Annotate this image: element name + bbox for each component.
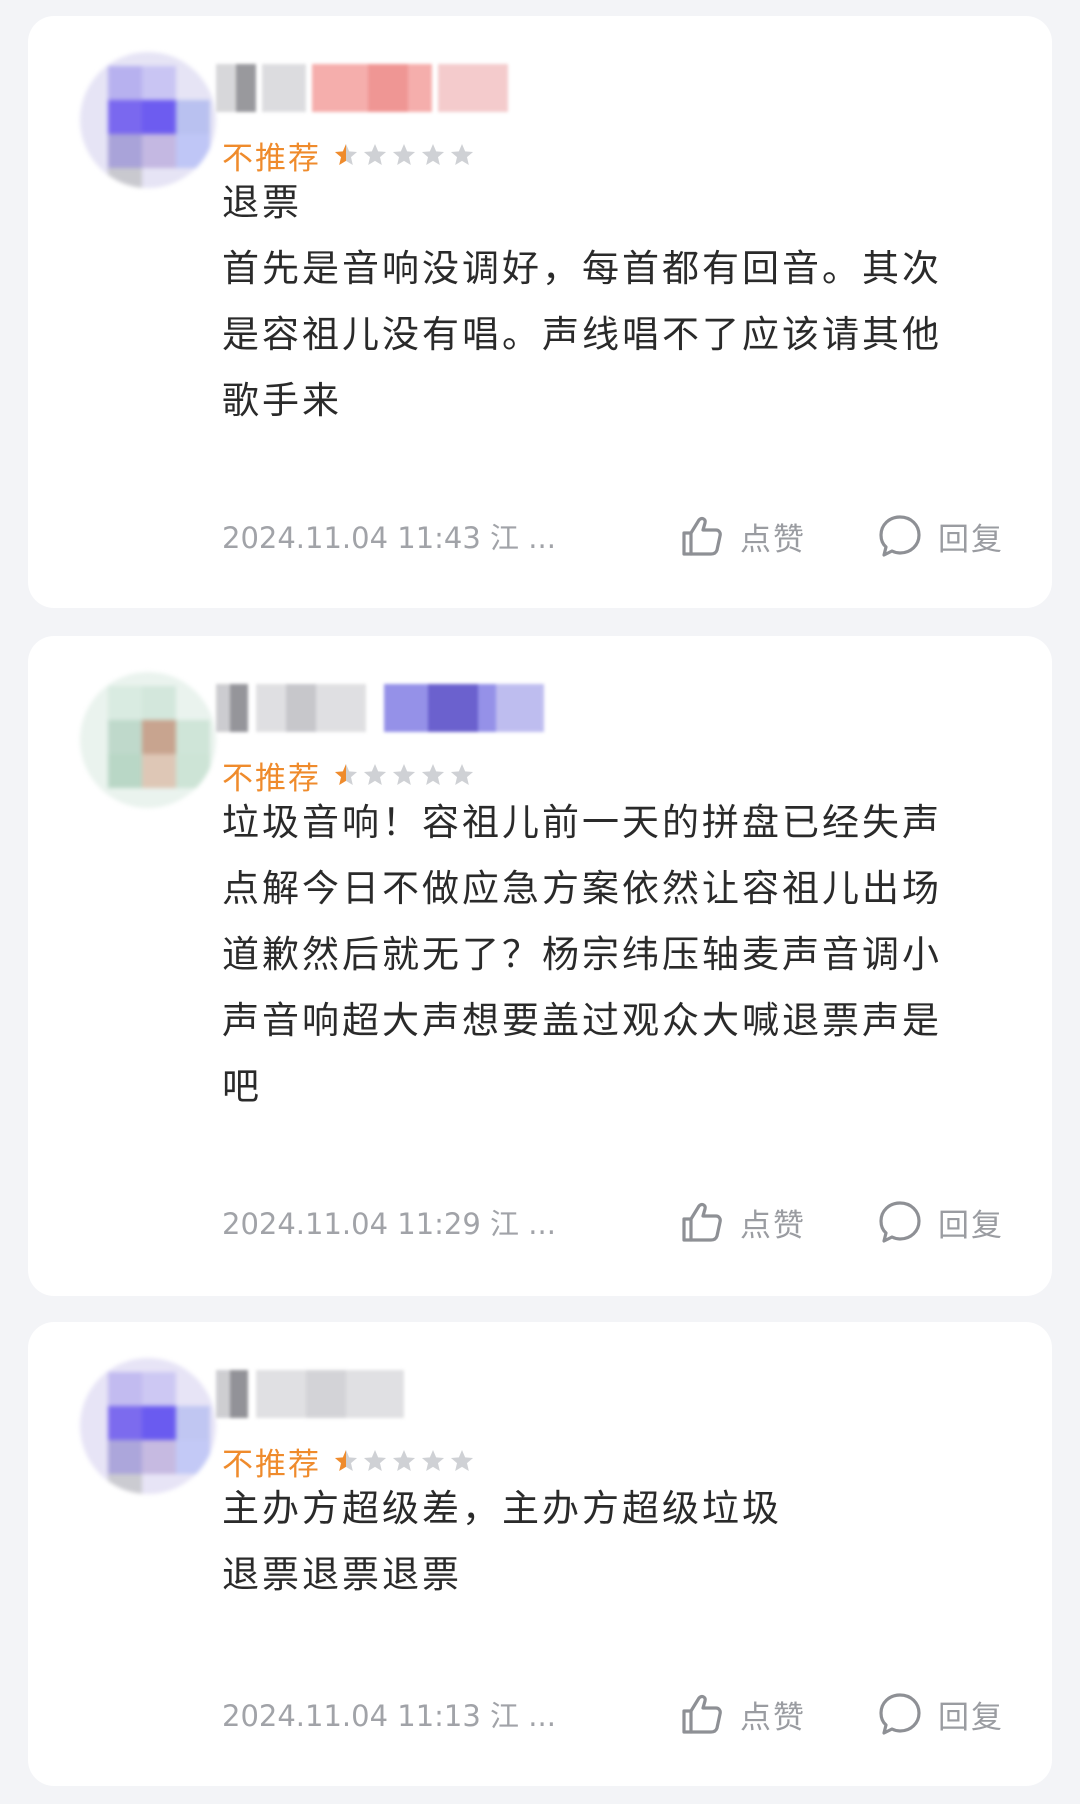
star-icon — [450, 1449, 474, 1471]
review-text-line: 声音响超大声想要盖过观众大喊退票声是 — [222, 999, 942, 1042]
comment-bubble-icon — [879, 515, 921, 557]
star-icon — [334, 763, 358, 785]
review-text-line: 退票 — [222, 181, 302, 224]
star-icon — [392, 1449, 416, 1471]
review-footer: 2024.11.04 11:43 江 ... 点赞 回复 — [222, 506, 1004, 566]
like-label: 点赞 — [740, 1207, 806, 1244]
reply-label: 回复 — [938, 521, 1004, 558]
username-redacted[interactable] — [216, 64, 516, 112]
star-icon — [450, 763, 474, 785]
review-text-line: 吧 — [222, 1065, 262, 1108]
review-footer: 2024.11.04 11:29 江 ... 点赞 回复 — [222, 1192, 1004, 1252]
reply-label: 回复 — [938, 1699, 1004, 1736]
comment-bubble-icon — [879, 1201, 921, 1243]
star-icon — [334, 143, 358, 165]
username-redacted[interactable] — [216, 684, 546, 732]
review-text: 垃圾音响！容祖儿前一天的拼盘已经失声 点解今日不做应急方案依然让容祖儿出场 道歉… — [222, 790, 1022, 1120]
review-card: 不推荐 退票 首先是音响没调好，每首都有回音。其次 是容祖儿没有唱。声线唱不了应… — [28, 16, 1052, 608]
review-text-line: 道歉然后就无了？杨宗纬压轴麦声音调小 — [222, 933, 942, 976]
like-button[interactable]: 点赞 — [678, 512, 806, 560]
star-icon — [392, 143, 416, 165]
like-button[interactable]: 点赞 — [678, 1198, 806, 1246]
reply-button[interactable]: 回复 — [876, 1198, 1004, 1246]
review-meta: 2024.11.04 11:13 江 ... — [222, 1699, 556, 1733]
review-text-line: 退票退票退票 — [222, 1553, 462, 1596]
star-rating — [333, 762, 478, 788]
review-text-line: 是容祖儿没有唱。声线唱不了应该请其他 — [222, 313, 942, 356]
review-text-line: 垃圾音响！容祖儿前一天的拼盘已经失声 — [222, 801, 942, 844]
review-footer: 2024.11.04 11:13 江 ... 点赞 回复 — [222, 1684, 1004, 1744]
star-icon — [421, 143, 445, 165]
star-icon — [363, 763, 387, 785]
review-text: 退票 首先是音响没调好，每首都有回音。其次 是容祖儿没有唱。声线唱不了应该请其他… — [222, 170, 1022, 434]
review-meta: 2024.11.04 11:43 江 ... — [222, 521, 556, 555]
review-text-line: 歌手来 — [222, 379, 342, 422]
reply-button[interactable]: 回复 — [876, 512, 1004, 560]
username-redacted[interactable] — [216, 1370, 406, 1418]
review-text-line: 主办方超级差，主办方超级垃圾 — [222, 1487, 782, 1530]
thumbs-up-icon — [682, 516, 722, 556]
review-text-line: 点解今日不做应急方案依然让容祖儿出场 — [222, 867, 942, 910]
like-label: 点赞 — [740, 521, 806, 558]
thumbs-up-icon — [682, 1202, 722, 1242]
star-icon — [450, 143, 474, 165]
avatar[interactable] — [80, 52, 216, 188]
thumbs-up-icon — [682, 1694, 722, 1734]
star-rating — [333, 1448, 478, 1474]
star-icon — [334, 1449, 358, 1471]
review-meta: 2024.11.04 11:29 江 ... — [222, 1207, 556, 1241]
star-icon — [421, 1449, 445, 1471]
review-card: 不推荐 主办方超级差，主办方超级垃圾 退票退票退票 2024.11.04 11:… — [28, 1322, 1052, 1786]
review-card: 不推荐 垃圾音响！容祖儿前一天的拼盘已经失声 点解今日不做应急方案依然让容祖儿出… — [28, 636, 1052, 1296]
review-text-line: 首先是音响没调好，每首都有回音。其次 — [222, 247, 942, 290]
star-icon — [363, 143, 387, 165]
avatar[interactable] — [80, 672, 216, 808]
reply-label: 回复 — [938, 1207, 1004, 1244]
review-text: 主办方超级差，主办方超级垃圾 退票退票退票 — [222, 1476, 1022, 1608]
comment-bubble-icon — [879, 1693, 921, 1735]
reply-button[interactable]: 回复 — [876, 1690, 1004, 1738]
like-button[interactable]: 点赞 — [678, 1690, 806, 1738]
star-icon — [421, 763, 445, 785]
star-rating — [333, 142, 478, 168]
star-icon — [363, 1449, 387, 1471]
star-icon — [392, 763, 416, 785]
like-label: 点赞 — [740, 1699, 806, 1736]
avatar[interactable] — [80, 1358, 216, 1494]
